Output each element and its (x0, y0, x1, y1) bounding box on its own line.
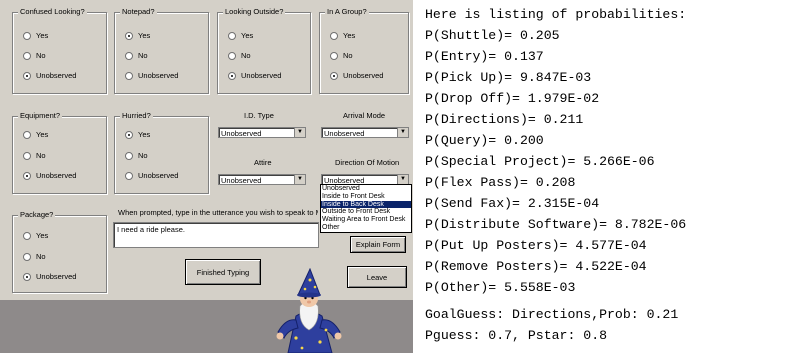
group-hurried: Hurried? Yes No Unobserved (114, 110, 209, 194)
group-in-a-group: In A Group? Yes No Unobserved (319, 6, 409, 94)
probability-line: P(Drop Off)= 1.979E-02 (425, 91, 600, 106)
probability-line: P(Query)= 0.200 (425, 133, 544, 148)
dropdown-option-highlighted[interactable]: Inside to Back Desk (321, 200, 411, 209)
pguess-line: Pguess: 0.7, Pstar: 0.8 (425, 328, 608, 343)
merlin-wizard-icon (276, 268, 342, 353)
explain-form-button[interactable]: Explain Form (350, 236, 406, 253)
radio-button-icon[interactable] (228, 31, 236, 40)
chevron-down-icon[interactable]: ▼ (397, 175, 408, 184)
radio-looking-outside-unobserved[interactable]: Unobserved (228, 71, 281, 80)
direction-of-motion-dropdown-list[interactable]: Unobserved Inside to Front Desk Inside t… (320, 184, 412, 233)
attire-label: Attire (254, 158, 272, 167)
radio-button-icon[interactable] (23, 171, 31, 180)
radio-confused-unobserved[interactable]: Unobserved (23, 71, 76, 80)
radio-button-icon[interactable] (330, 71, 338, 80)
attire-select[interactable]: Unobserved ▼ (218, 174, 306, 185)
radio-notepad-yes[interactable]: Yes (125, 31, 150, 40)
radio-button-icon[interactable] (125, 130, 133, 139)
probability-line: P(Send Fax)= 2.315E-04 (425, 196, 600, 211)
radio-button-icon[interactable] (23, 272, 31, 281)
radio-in-group-unobserved[interactable]: Unobserved (330, 71, 383, 80)
radio-button-icon[interactable] (23, 31, 31, 40)
wizard-stage (0, 300, 413, 353)
radio-in-group-no[interactable]: No (330, 51, 353, 60)
dropdown-option[interactable]: Other (321, 224, 411, 232)
radio-button-icon[interactable] (23, 51, 31, 60)
dropdown-option[interactable]: Outside to Front Desk (321, 208, 411, 216)
dropdown-option[interactable]: Waiting Area to Front Desk (321, 216, 411, 224)
merlin-form-window: Confused Looking? Yes No Unobserved Note… (0, 0, 413, 353)
listing-header: Here is listing of probabilities: (425, 7, 687, 22)
utterance-prompt: When prompted, type in the utterance you… (118, 208, 318, 217)
radio-hurried-yes[interactable]: Yes (125, 130, 150, 139)
radio-button-icon[interactable] (23, 130, 31, 139)
chevron-down-icon[interactable]: ▼ (397, 128, 408, 137)
group-title: Equipment? (18, 110, 63, 122)
probability-line: P(Remove Posters)= 4.522E-04 (425, 259, 647, 274)
radio-looking-outside-yes[interactable]: Yes (228, 31, 253, 40)
radio-notepad-unobserved[interactable]: Unobserved (125, 71, 178, 80)
probability-line: P(Other)= 5.558E-03 (425, 280, 576, 295)
group-looking-outside: Looking Outside? Yes No Unobserved (217, 6, 311, 94)
radio-button-icon[interactable] (125, 171, 133, 180)
group-title: Hurried? (120, 110, 153, 122)
radio-button-icon[interactable] (125, 31, 133, 40)
group-title: Looking Outside? (223, 6, 286, 18)
utterance-input[interactable]: I need a ride please. (113, 222, 319, 248)
group-title: Notepad? (120, 6, 157, 18)
probability-line: P(Distribute Software)= 8.782E-06 (425, 217, 687, 232)
radio-button-icon[interactable] (228, 71, 236, 80)
group-equipment: Equipment? Yes No Unobserved (12, 110, 107, 194)
probability-line: P(Directions)= 0.211 (425, 112, 584, 127)
radio-notepad-no[interactable]: No (125, 51, 148, 60)
group-notepad: Notepad? Yes No Unobserved (114, 6, 209, 94)
probability-line: P(Flex Pass)= 0.208 (425, 175, 576, 190)
radio-button-icon[interactable] (23, 231, 31, 240)
goal-guess-line: GoalGuess: Directions,Prob: 0.21 (425, 307, 679, 322)
radio-in-group-yes[interactable]: Yes (330, 31, 355, 40)
id-type-label: I.D. Type (244, 111, 274, 120)
radio-confused-yes[interactable]: Yes (23, 31, 48, 40)
direction-of-motion-label: Direction Of Motion (335, 158, 400, 167)
dropdown-option[interactable]: Inside to Front Desk (321, 193, 411, 201)
radio-equipment-yes[interactable]: Yes (23, 130, 48, 139)
radio-package-no[interactable]: No (23, 252, 46, 261)
finished-typing-button[interactable]: Finished Typing (185, 259, 261, 285)
chevron-down-icon[interactable]: ▼ (294, 175, 305, 184)
probability-line: P(Shuttle)= 0.205 (425, 28, 560, 43)
radio-button-icon[interactable] (330, 51, 338, 60)
radio-hurried-unobserved[interactable]: Unobserved (125, 171, 178, 180)
radio-button-icon[interactable] (228, 51, 236, 60)
radio-package-yes[interactable]: Yes (23, 231, 48, 240)
group-confused-looking: Confused Looking? Yes No Unobserved (12, 6, 107, 94)
probability-line: P(Pick Up)= 9.847E-03 (425, 70, 592, 85)
probability-line: P(Put Up Posters)= 4.577E-04 (425, 238, 647, 253)
probability-line: P(Entry)= 0.137 (425, 49, 544, 64)
radio-equipment-unobserved[interactable]: Unobserved (23, 171, 76, 180)
radio-button-icon[interactable] (23, 151, 31, 160)
radio-button-icon[interactable] (125, 71, 133, 80)
radio-package-unobserved[interactable]: Unobserved (23, 272, 76, 281)
radio-button-icon[interactable] (125, 51, 133, 60)
radio-equipment-no[interactable]: No (23, 151, 46, 160)
dropdown-option[interactable]: Unobserved (321, 185, 411, 193)
arrival-mode-label: Arrival Mode (343, 111, 386, 120)
radio-button-icon[interactable] (330, 31, 338, 40)
group-title: Package? (18, 209, 56, 221)
radio-button-icon[interactable] (23, 71, 31, 80)
id-type-select[interactable]: Unobserved ▼ (218, 127, 306, 138)
radio-button-icon[interactable] (23, 252, 31, 261)
radio-looking-outside-no[interactable]: No (228, 51, 251, 60)
arrival-mode-select[interactable]: Unobserved ▼ (321, 127, 409, 138)
leave-button[interactable]: Leave (347, 266, 407, 288)
group-title: Confused Looking? (18, 6, 87, 18)
probability-line: P(Special Project)= 5.266E-06 (425, 154, 655, 169)
radio-hurried-no[interactable]: No (125, 151, 148, 160)
chevron-down-icon[interactable]: ▼ (294, 128, 305, 137)
radio-button-icon[interactable] (125, 151, 133, 160)
radio-confused-no[interactable]: No (23, 51, 46, 60)
group-package: Package? Yes No Unobserved (12, 209, 107, 293)
group-title: In A Group? (325, 6, 369, 18)
